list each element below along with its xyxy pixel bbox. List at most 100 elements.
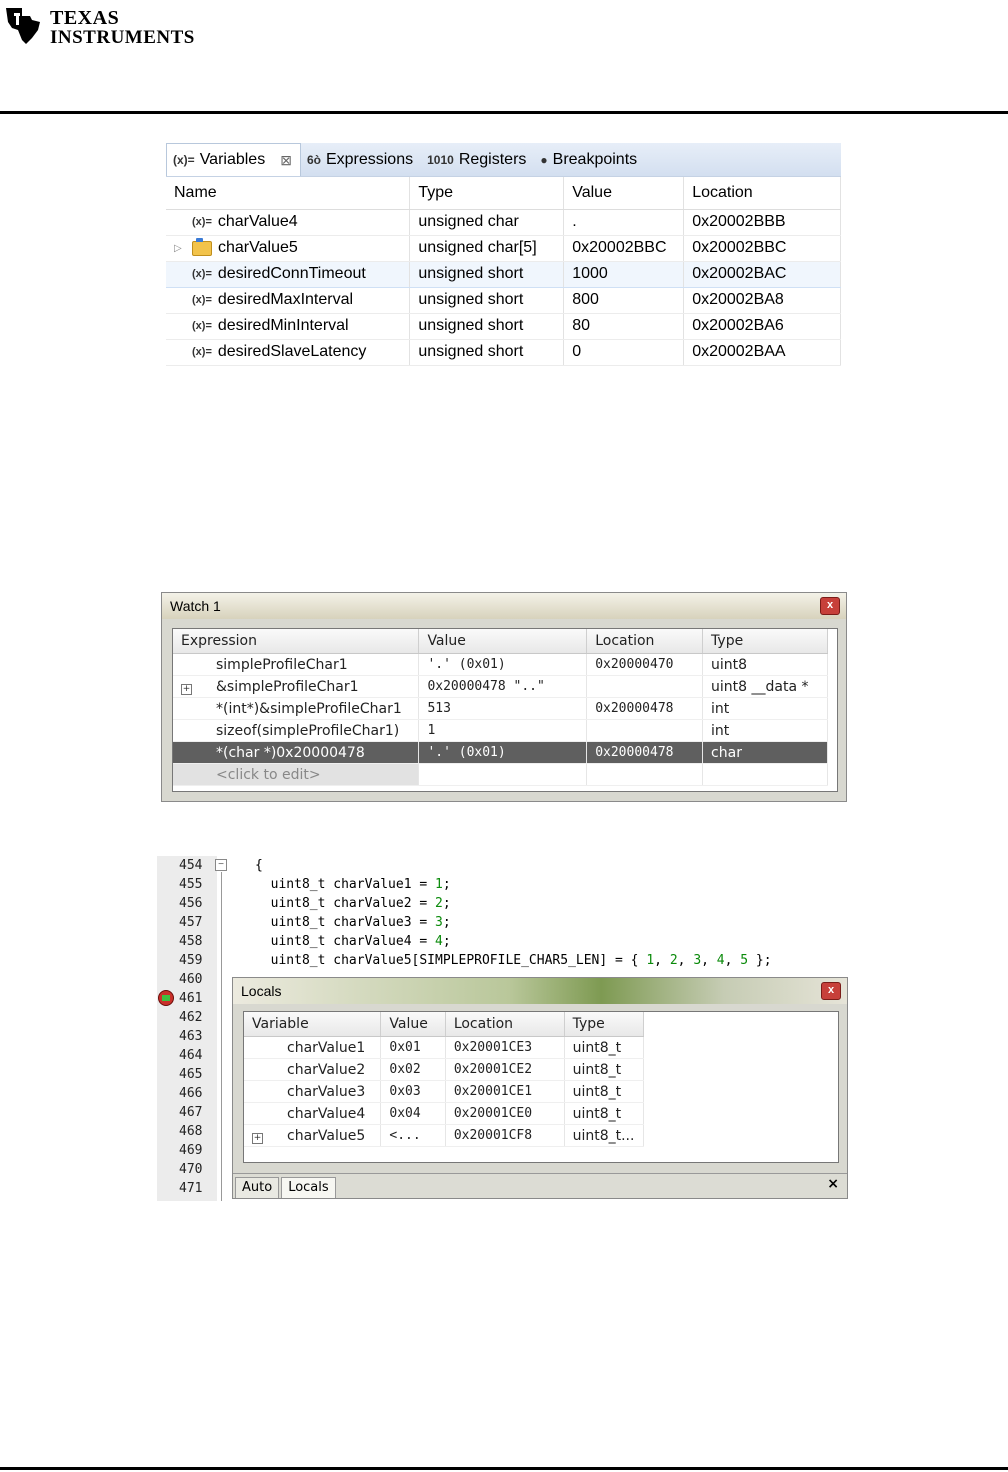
variable-cell: charValue2 <box>244 1058 382 1081</box>
table-row[interactable]: + &simpleProfileChar1 0x20000478 ".." uint8… <box>173 675 828 698</box>
expression-text: *(int*)&simpleProfileChar1 <box>216 700 402 717</box>
click-to-edit-cell[interactable]: <click to edit> <box>173 763 420 786</box>
line-number: 455 <box>179 877 203 892</box>
table-row[interactable]: sizeof(simpleProfileChar1) 1 int <box>173 719 828 742</box>
column-header[interactable]: Type <box>409 177 565 210</box>
ti-logo: Texas Instruments <box>4 4 194 48</box>
expression-cell: simpleProfileChar1 <box>173 653 420 676</box>
click-to-edit-row[interactable]: <click to edit> <box>173 763 828 786</box>
watch-title-bar: Watch 1 x <box>162 593 846 619</box>
column-header[interactable]: Value <box>418 629 588 654</box>
name-cell: (x)= desiredMinInterval <box>166 313 411 340</box>
close-icon[interactable]: ⊠ <box>280 152 292 169</box>
current-line-arrow-icon <box>158 990 174 1006</box>
table-row[interactable]: ▷ charValue5 unsigned char[5] 0x20002BBC 0x2… <box>166 235 841 262</box>
expand-plus-icon[interactable]: + <box>181 683 192 695</box>
table-row[interactable]: + charValue5 <... 0x20001CF8 uint8_t... <box>244 1124 645 1147</box>
view-tab-bar: (x)= Variables ⊠ 6ò Expressions 1010 Registers… <box>166 143 841 177</box>
type-cell: unsigned char <box>409 209 565 236</box>
tab-expressions[interactable]: 6ò Expressions <box>301 143 421 176</box>
table-row[interactable]: (x)= desiredMaxInterval unsigned short 800 0… <box>166 287 841 314</box>
fold-collapse-icon[interactable]: − <box>215 859 227 871</box>
code-token: { <box>255 858 263 873</box>
line-number: 459 <box>179 953 203 968</box>
column-header[interactable]: Value <box>380 1012 446 1037</box>
close-icon[interactable]: × <box>827 1176 839 1192</box>
table-row[interactable]: *(char *)0x20000478 '.' (0x01) 0x20000478 c… <box>173 741 828 764</box>
header-rule <box>0 111 1008 114</box>
table-row[interactable]: (x)= desiredSlaveLatency unsigned short 0 0x… <box>166 339 841 366</box>
tab-registers[interactable]: 1010 Registers <box>421 143 534 176</box>
location-cell: 0x20002BA6 <box>683 313 841 340</box>
location-cell: 0x20001CE0 <box>445 1102 565 1125</box>
number-literal: 1 <box>435 877 443 892</box>
column-header[interactable]: Location <box>445 1012 565 1037</box>
value-cell: 513 <box>418 697 588 720</box>
value-cell: 0x03 <box>380 1080 446 1103</box>
line-number: 470 <box>179 1162 203 1177</box>
value-cell: . <box>563 209 685 236</box>
code-token: ; <box>442 934 451 949</box>
column-header[interactable]: Expression <box>173 629 420 654</box>
close-icon[interactable]: x <box>821 982 841 1000</box>
expression-text: &simpleProfileChar1 <box>216 678 359 695</box>
locals-table-frame: Variable Value Location Type charValue1 0x01… <box>243 1011 839 1163</box>
type-cell: int <box>702 697 828 720</box>
column-header[interactable]: Type <box>564 1012 645 1037</box>
code-token: uint8_t charValue2 = <box>255 896 436 911</box>
table-row[interactable]: (x)= desiredMinInterval unsigned short 80 0x… <box>166 313 841 340</box>
table-row[interactable]: charValue3 0x03 0x20001CE1 uint8_t <box>244 1080 645 1103</box>
code-token: uint8_t charValue4 = <box>255 934 436 949</box>
name-cell: ▷ charValue5 <box>166 235 411 262</box>
name-cell: (x)= desiredSlaveLatency <box>166 339 411 366</box>
location-cell: 0x20001CE1 <box>445 1080 565 1103</box>
line-number: 465 <box>179 1067 203 1082</box>
column-header[interactable]: Name <box>166 177 411 210</box>
column-header[interactable]: Location <box>683 177 841 210</box>
table-row[interactable]: *(int*)&simpleProfileChar1 513 0x20000478 i… <box>173 697 828 720</box>
variable-name: charValue4 <box>217 213 298 230</box>
column-header[interactable]: Location <box>586 629 704 654</box>
type-cell: uint8 __data * <box>702 675 828 698</box>
line-number: 468 <box>179 1124 203 1139</box>
tab-auto[interactable]: Auto <box>235 1177 280 1198</box>
variable-icon: (x)= <box>192 216 212 228</box>
location-cell: 0x20001CF8 <box>445 1124 565 1147</box>
code-token: , <box>701 953 717 968</box>
table-row[interactable]: simpleProfileChar1 '.' (0x01) 0x20000470 ui… <box>173 653 828 676</box>
table-row[interactable]: charValue2 0x02 0x20001CE2 uint8_t <box>244 1058 645 1081</box>
code-token: , <box>654 953 670 968</box>
table-row[interactable]: (x)= desiredConnTimeout unsigned short 1000… <box>166 260 841 288</box>
column-header[interactable]: Type <box>702 629 828 654</box>
table-row[interactable]: charValue4 0x04 0x20001CE0 uint8_t <box>244 1102 645 1125</box>
variable-icon: (x)= <box>192 294 212 306</box>
close-icon[interactable]: x <box>820 597 840 615</box>
table-row[interactable]: (x)= charValue4 unsigned char. 0x20002BBB <box>166 209 841 236</box>
tab-locals[interactable]: Locals <box>281 1177 336 1198</box>
code-token: uint8_t charValue5[SIMPLEPROFILE_CHAR5_L… <box>255 953 647 968</box>
line-number: 461 <box>179 991 203 1006</box>
code-line: uint8_t charValue5[SIMPLEPROFILE_CHAR5_L… <box>255 953 772 968</box>
footer-rule <box>0 1467 1008 1470</box>
column-header[interactable]: Value <box>563 177 685 210</box>
type-cell: uint8_t <box>564 1058 645 1081</box>
tab-breakpoints[interactable]: ● Breakpoints <box>534 143 645 176</box>
expand-plus-icon[interactable]: + <box>252 1132 263 1144</box>
variable-name: charValue2 <box>287 1061 366 1078</box>
column-header[interactable]: Variable <box>244 1012 382 1037</box>
code-editor: 454 455 456 457 458 459 460 461 462 463 464 465 466 4… <box>157 856 850 1201</box>
expand-arrow-icon[interactable]: ▷ <box>174 243 186 254</box>
expression-cell: *(int*)&simpleProfileChar1 <box>173 697 420 720</box>
variable-cell: charValue1 <box>244 1036 382 1059</box>
number-literal: 2 <box>669 953 678 968</box>
line-number: 454 <box>179 858 203 873</box>
type-cell: int <box>702 719 828 742</box>
expression-text: sizeof(simpleProfileChar1) <box>216 722 400 739</box>
table-row[interactable]: charValue1 0x01 0x20001CE3 uint8_t <box>244 1036 645 1059</box>
number-literal: 5 <box>740 953 749 968</box>
line-number: 457 <box>179 915 203 930</box>
tab-variables[interactable]: (x)= Variables ⊠ <box>166 143 301 176</box>
fold-guide <box>221 872 222 1201</box>
line-number: 460 <box>179 972 203 987</box>
variables-icon: (x)= <box>173 153 195 167</box>
